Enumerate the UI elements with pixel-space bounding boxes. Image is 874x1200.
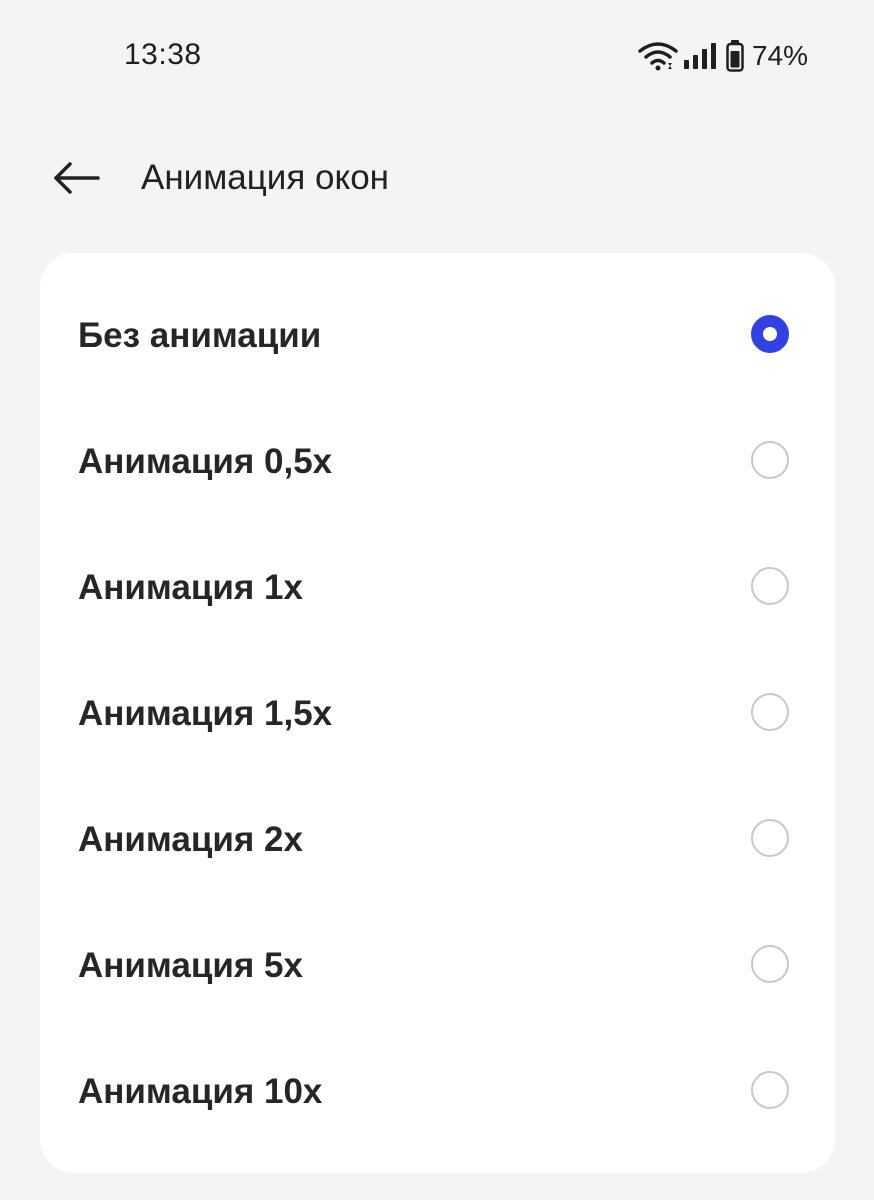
status-time: 13:38 [124, 38, 202, 71]
option-animation-1x[interactable]: Анимация 1x [40, 525, 835, 651]
option-label: Анимация 2x [78, 820, 303, 859]
page-title: Анимация окон [141, 158, 389, 197]
option-label: Анимация 5x [78, 946, 303, 985]
radio-button[interactable] [751, 567, 789, 605]
option-animation-0-5x[interactable]: Анимация 0,5x [40, 399, 835, 525]
radio-button[interactable] [751, 945, 789, 983]
battery-icon [726, 40, 744, 72]
option-no-animation[interactable]: Без анимации [40, 273, 835, 399]
option-label: Без анимации [78, 316, 322, 355]
radio-button[interactable] [751, 441, 789, 479]
option-label: Анимация 1x [78, 568, 303, 607]
status-icons: 74% [638, 36, 808, 76]
cellular-signal-icon [683, 43, 720, 69]
radio-button[interactable] [751, 693, 789, 731]
option-label: Анимация 1,5x [78, 694, 333, 733]
option-animation-1-5x[interactable]: Анимация 1,5x [40, 651, 835, 777]
app-bar: Анимация окон [0, 140, 874, 220]
option-animation-2x[interactable]: Анимация 2x [40, 777, 835, 903]
option-animation-10x[interactable]: Анимация 10x [40, 1029, 835, 1155]
battery-percent: 74% [751, 40, 808, 71]
radio-button[interactable] [751, 819, 789, 857]
option-label: Анимация 0,5x [78, 442, 333, 481]
status-bar: 13:38 74% [0, 0, 874, 112]
options-card: Без анимации Анимация 0,5x Анимация 1x А… [40, 253, 835, 1173]
radio-button[interactable] [751, 1071, 789, 1109]
back-button[interactable] [44, 152, 108, 208]
option-label: Анимация 10x [78, 1072, 323, 1111]
radio-button-selected[interactable] [751, 315, 789, 353]
option-animation-5x[interactable]: Анимация 5x [40, 903, 835, 1029]
arrow-left-icon [52, 161, 100, 200]
wifi-icon [638, 41, 678, 71]
